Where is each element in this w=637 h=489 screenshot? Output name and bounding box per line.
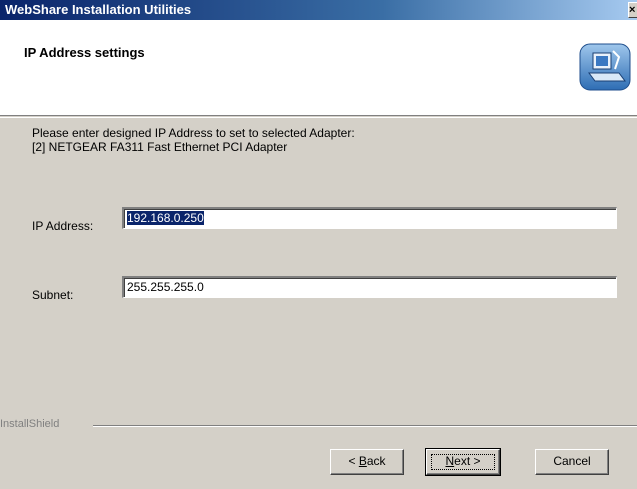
next-button[interactable]: Next >	[425, 448, 501, 476]
cancel-button[interactable]: Cancel	[535, 449, 609, 475]
page-title: IP Address settings	[24, 45, 145, 60]
close-button[interactable]: ×	[628, 2, 637, 18]
header-divider	[0, 117, 637, 118]
footer-divider-highlight	[93, 426, 637, 427]
subnet-field[interactable]: 255.255.255.0	[122, 276, 617, 298]
installer-dialog: WebShare Installation Utilities × IP Add…	[0, 0, 637, 489]
window-title: WebShare Installation Utilities	[5, 2, 192, 17]
instructions-line-2: [2] NETGEAR FA311 Fast Ethernet PCI Adap…	[32, 140, 288, 154]
installshield-brand: InstallShield	[0, 418, 60, 430]
ip-address-label: IP Address:	[32, 219, 94, 233]
instructions-line-1: Please enter designed IP Address to set …	[32, 126, 355, 140]
computer-setup-icon	[579, 43, 631, 91]
dialog-header: IP Address settings	[0, 20, 637, 116]
ip-address-value: 192.168.0.250	[127, 211, 204, 225]
back-button-prefix: <	[348, 454, 359, 468]
subnet-label: Subnet:	[32, 288, 74, 302]
back-button-accelerator: B	[358, 454, 367, 468]
instructions: Please enter designed IP Address to set …	[32, 126, 355, 154]
cancel-button-label: Cancel	[553, 454, 591, 468]
back-button-label: ack	[366, 454, 386, 468]
focus-rect	[431, 454, 495, 470]
ip-address-field[interactable]: 192.168.0.250	[122, 207, 617, 229]
back-button[interactable]: < Back	[330, 449, 404, 475]
title-bar[interactable]: WebShare Installation Utilities ×	[0, 0, 637, 20]
subnet-value: 255.255.255.0	[127, 280, 204, 294]
